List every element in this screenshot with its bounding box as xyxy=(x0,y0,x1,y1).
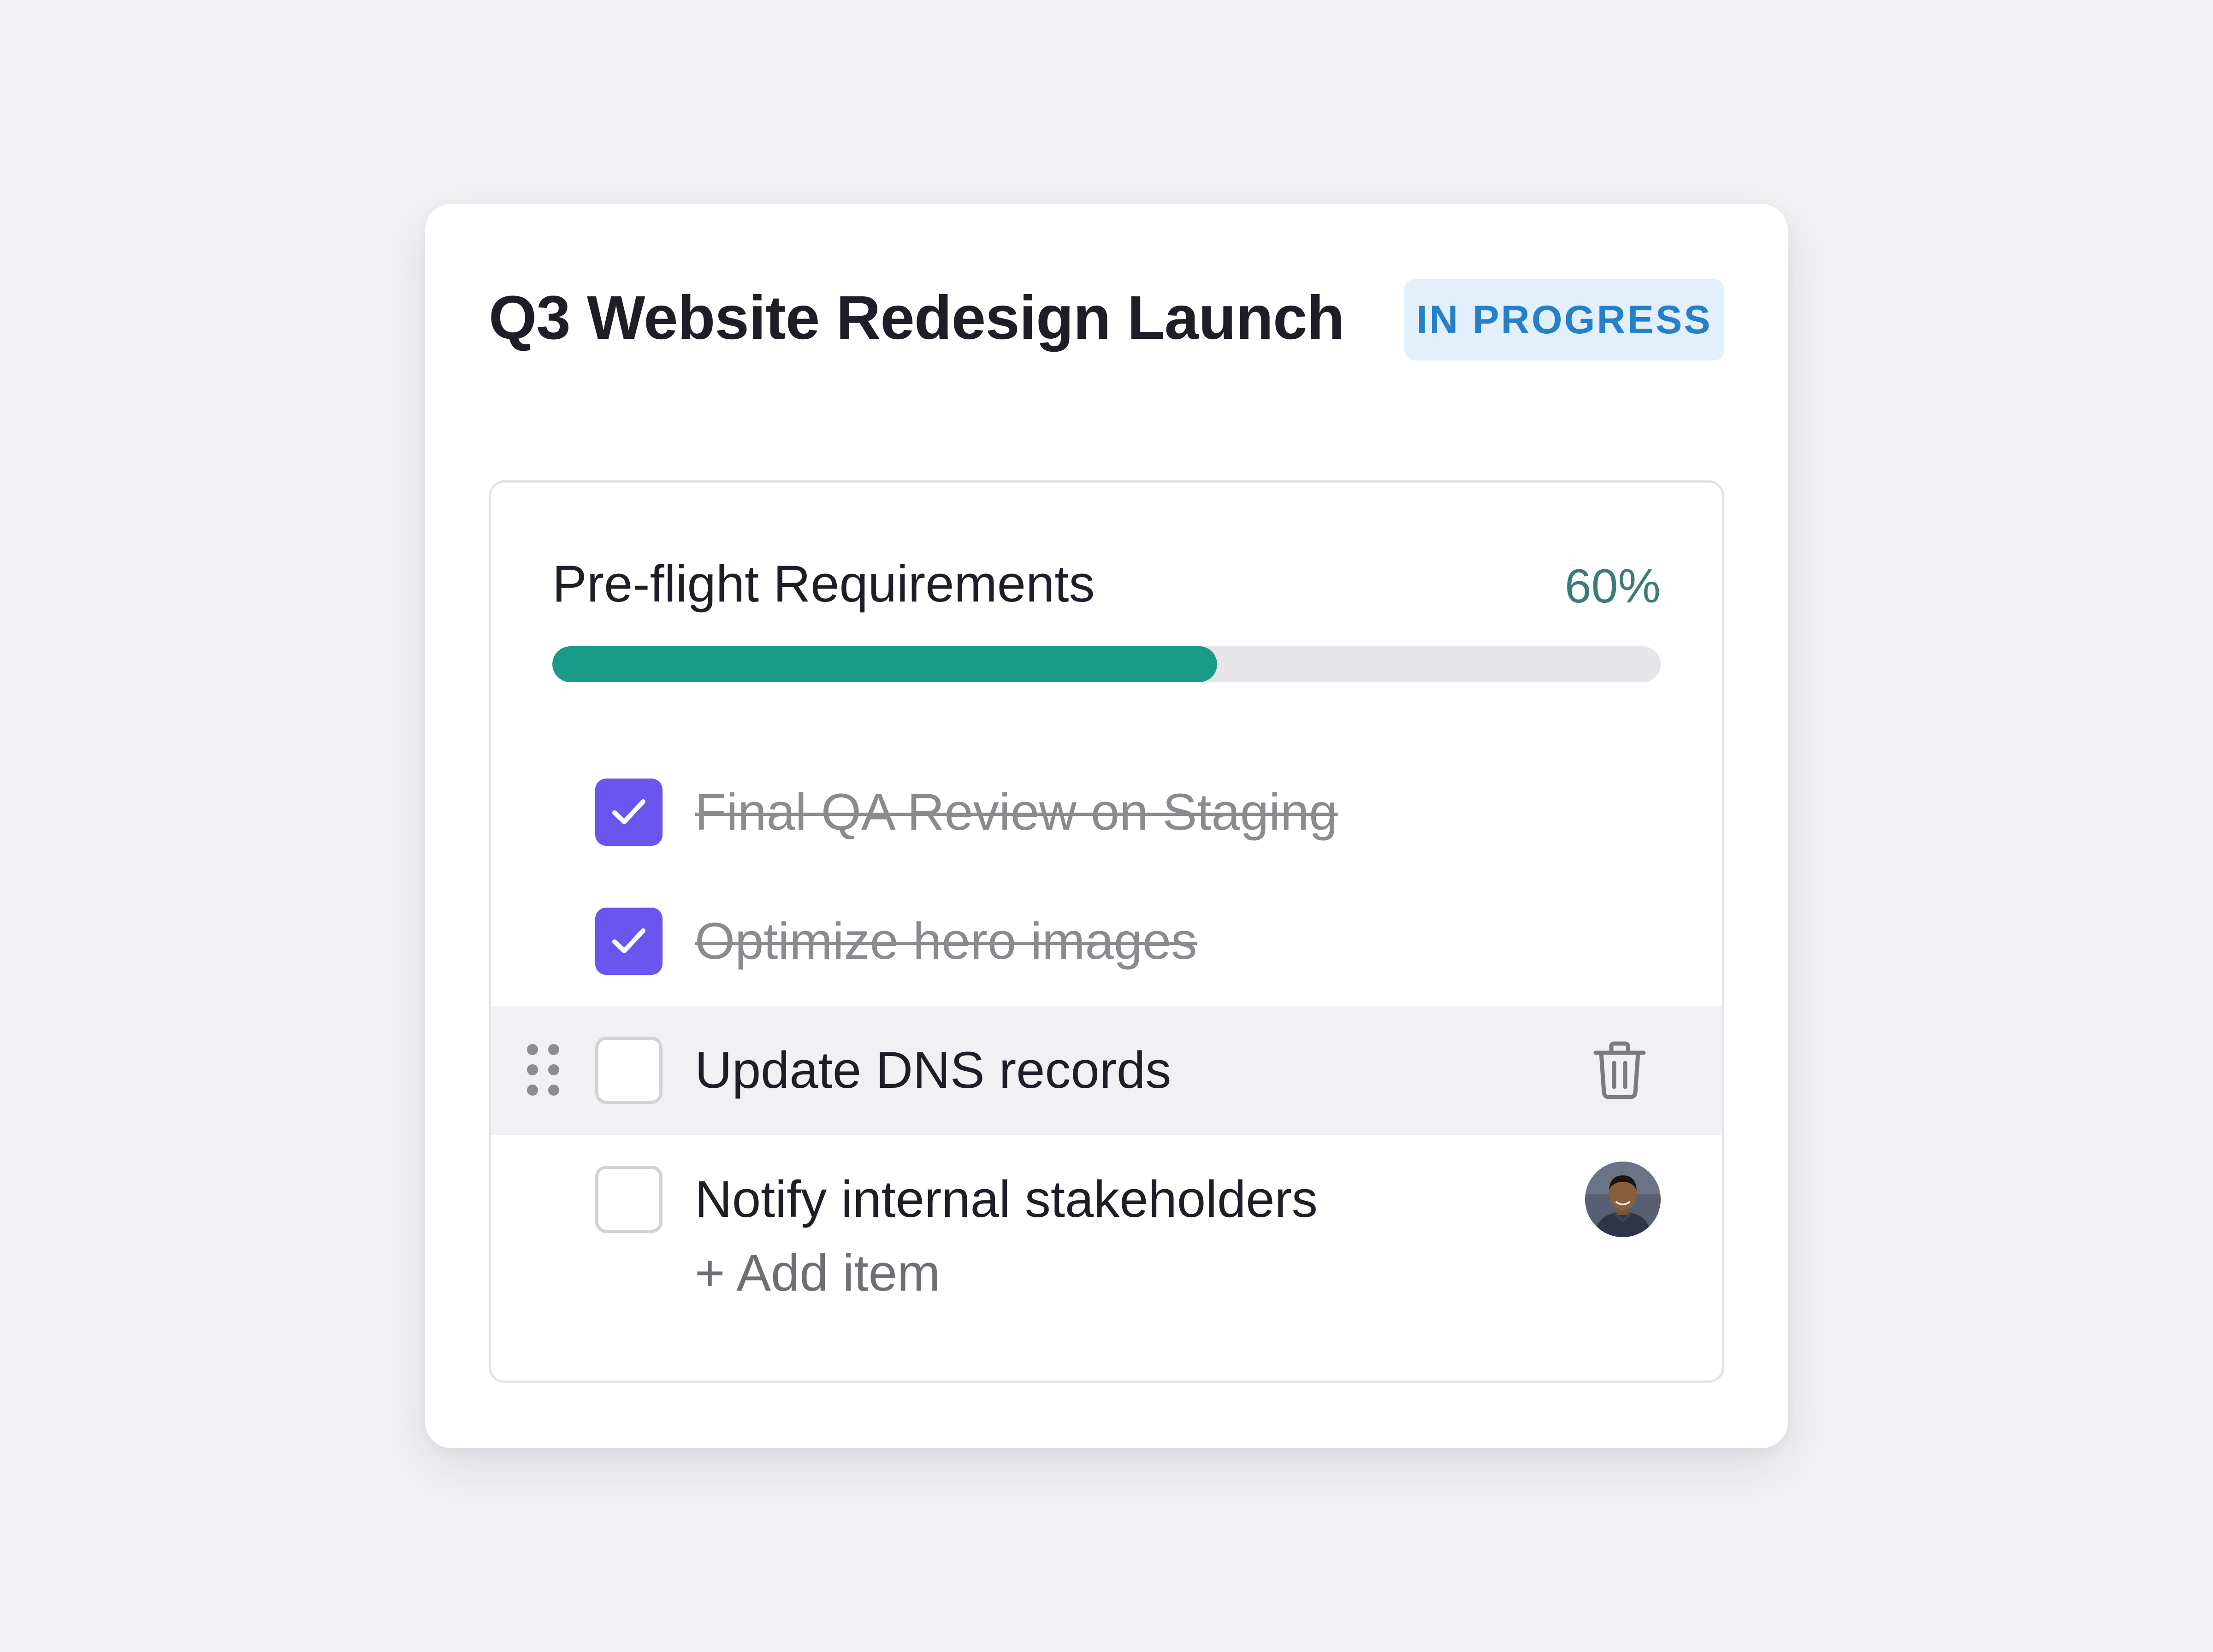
status-badge[interactable]: IN PROGRESS xyxy=(1404,279,1724,360)
checkbox-checked[interactable] xyxy=(595,908,663,975)
checklist-item-hovered[interactable]: Update DNS records xyxy=(491,1006,1722,1135)
user-avatar-image xyxy=(1585,1162,1661,1237)
progress-percentage: 60% xyxy=(1564,560,1661,613)
avatar[interactable] xyxy=(1585,1162,1661,1237)
trash-icon[interactable] xyxy=(1591,1041,1648,1100)
checklist-item-label: Final QA Review on Staging xyxy=(695,783,1338,841)
checklist-item[interactable]: Optimize hero images xyxy=(491,877,1722,1006)
check-icon xyxy=(612,799,645,824)
checklist-item-label: Optimize hero images xyxy=(695,912,1197,970)
checkbox-unchecked[interactable] xyxy=(595,1037,663,1104)
project-card: Q3 Website Redesign Launch IN PROGRESS P… xyxy=(425,204,1788,1448)
progress-bar-fill xyxy=(552,646,1218,682)
card-title: Q3 Website Redesign Launch xyxy=(489,283,1344,352)
checklist-item[interactable]: Final QA Review on Staging xyxy=(491,748,1722,877)
checklist-item[interactable]: Notify internal stakeholders xyxy=(491,1135,1722,1264)
checkbox-unchecked[interactable] xyxy=(595,1166,663,1233)
progress-bar xyxy=(552,646,1661,682)
checkbox-checked[interactable] xyxy=(595,779,663,846)
check-icon xyxy=(612,928,645,953)
checklist-title: Pre-flight Requirements xyxy=(552,555,1095,613)
drag-handle-icon[interactable] xyxy=(527,1044,561,1096)
checklist-panel: Pre-flight Requirements 60% Final QA Rev… xyxy=(489,480,1724,1383)
checklist-item-label: Update DNS records xyxy=(695,1041,1172,1099)
add-item-button[interactable]: + Add item xyxy=(695,1232,940,1315)
